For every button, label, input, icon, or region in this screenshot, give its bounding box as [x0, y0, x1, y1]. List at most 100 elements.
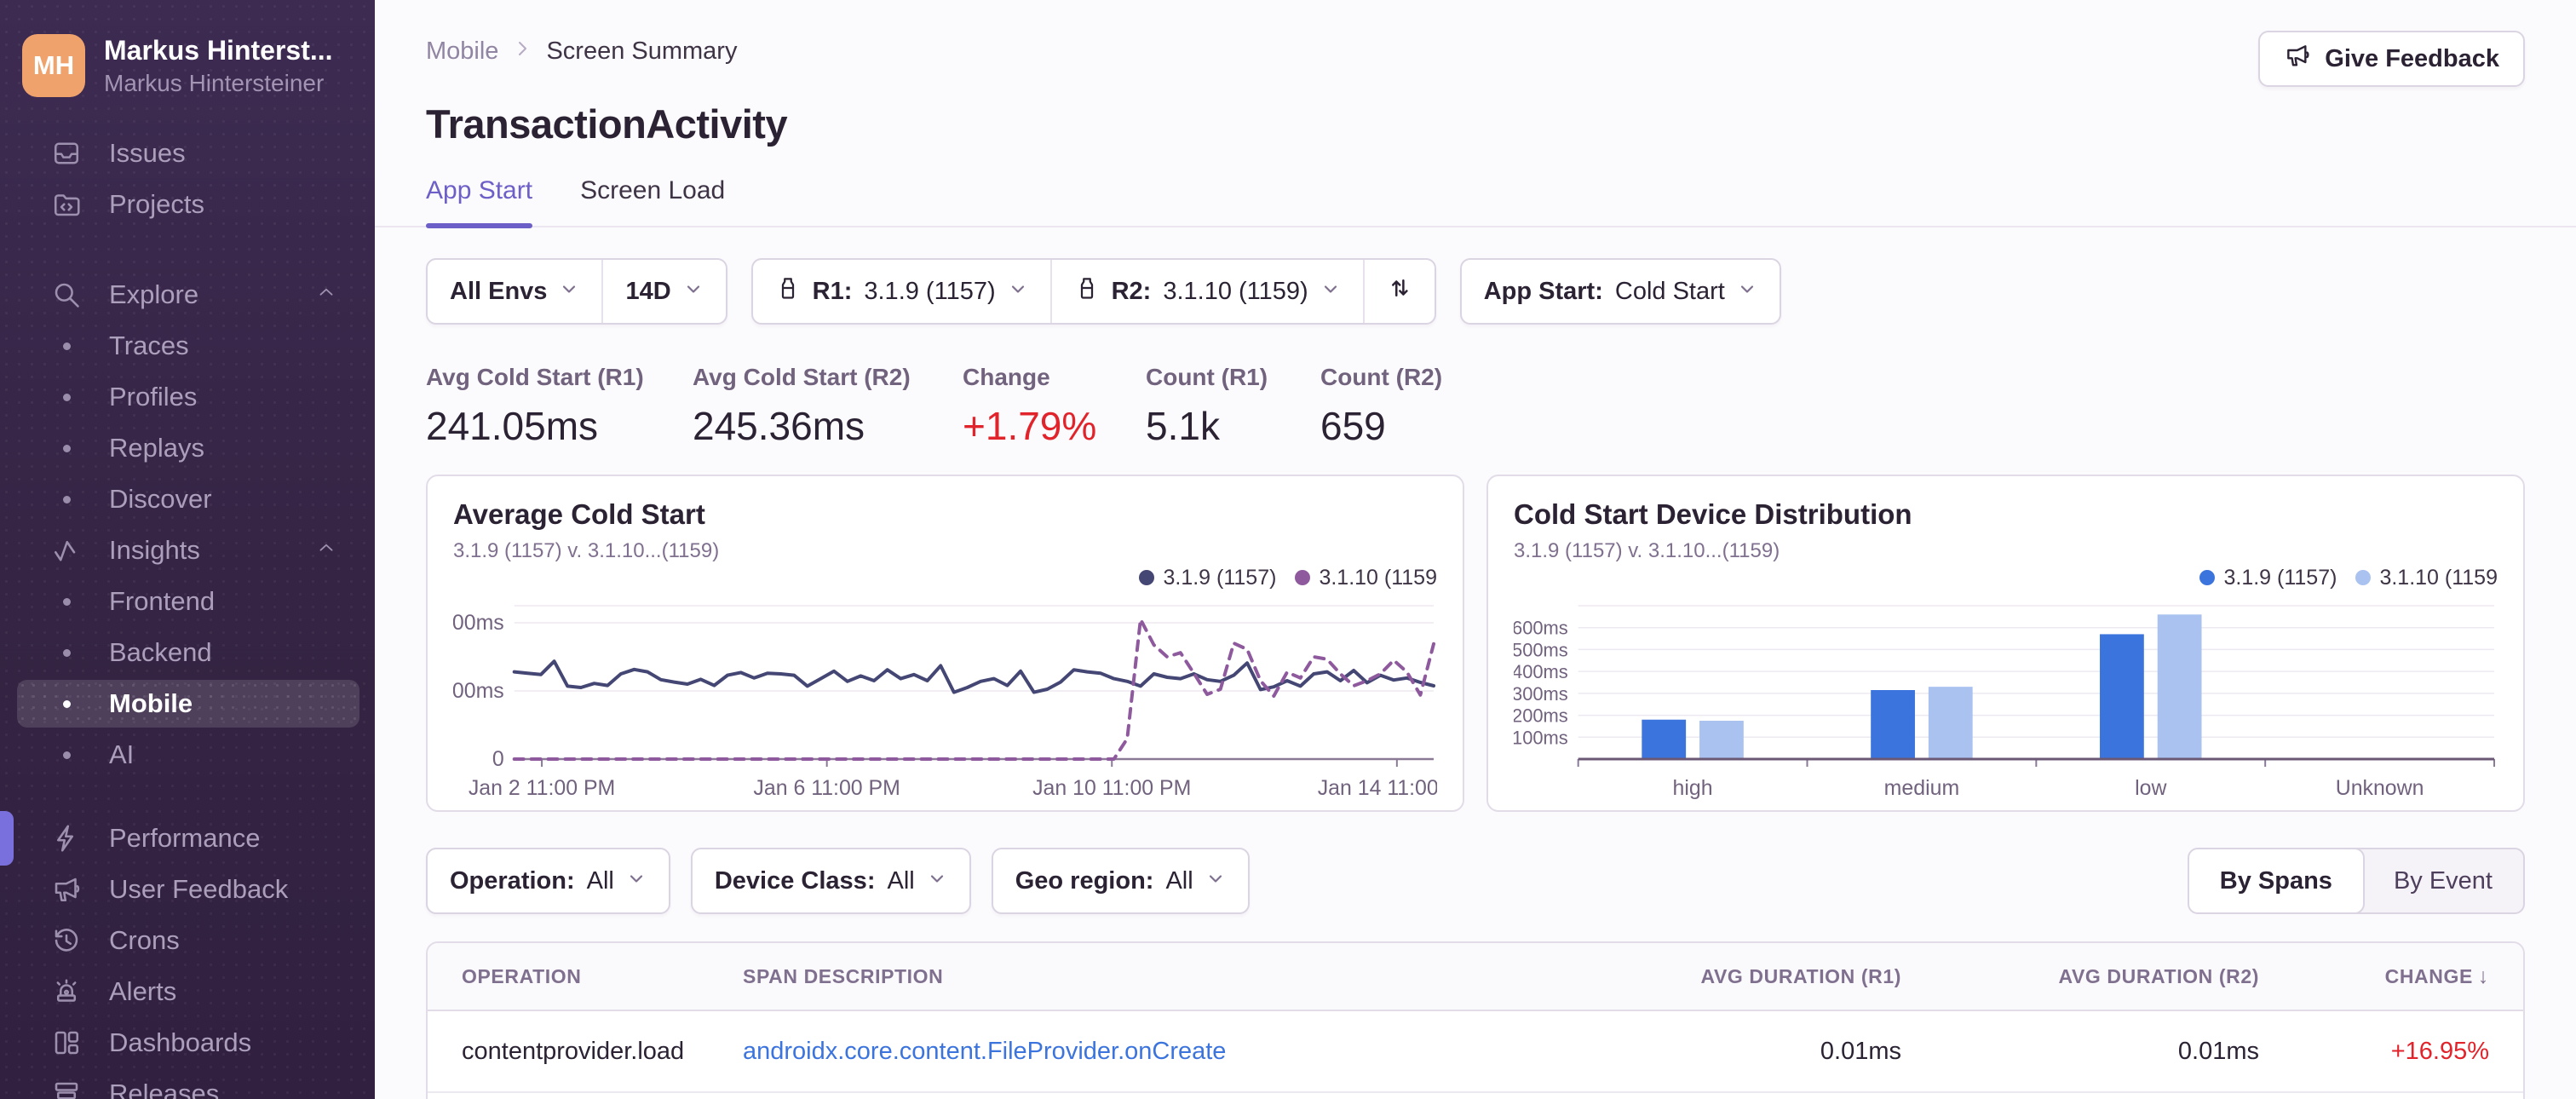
issues-icon: [49, 138, 83, 169]
toggle-by-spans[interactable]: By Spans: [2188, 849, 2365, 912]
sidebar-item-backend[interactable]: Backend: [0, 627, 375, 678]
swap-arrows-icon: [1387, 275, 1412, 308]
legend-label: 3.1.9 (1157): [1163, 565, 1277, 590]
stat-count-r2: Count (R2) 659: [1320, 364, 1442, 449]
release-icon: [1074, 275, 1100, 308]
bullet-icon: [49, 393, 83, 401]
lightning-icon: [49, 823, 83, 854]
stat-value: 241.05ms: [426, 404, 599, 448]
megaphone-icon: [49, 874, 83, 905]
appstart-type-filter[interactable]: App Start: Cold Start: [1462, 260, 1780, 323]
sidebar-item-crons[interactable]: Crons: [0, 915, 375, 966]
geo-region-filter-label: Geo region:: [1015, 866, 1154, 895]
chevron-up-icon: [315, 535, 337, 566]
sidebar-item-alerts[interactable]: Alerts: [0, 966, 375, 1017]
sidebar-item-ai[interactable]: AI: [0, 729, 375, 780]
svg-text:Jan 10 11:00 PM: Jan 10 11:00 PM: [1032, 776, 1191, 800]
sidebar-item-user-feedback[interactable]: User Feedback: [0, 864, 375, 915]
siren-icon: [49, 976, 83, 1007]
sidebar-item-label: Projects: [109, 189, 204, 219]
chevron-up-icon: [315, 279, 337, 310]
sidebar-item-performance[interactable]: Performance: [0, 813, 375, 864]
appstart-type-group: App Start: Cold Start: [1459, 258, 1781, 325]
sidebar-item-mobile[interactable]: Mobile: [0, 678, 375, 729]
bullet-icon: [49, 495, 83, 503]
sidebar-item-profiles[interactable]: Profiles: [0, 371, 375, 423]
user-menu[interactable]: MH Markus Hinterst... Markus Hinterstein…: [0, 0, 375, 97]
avatar[interactable]: MH: [22, 34, 85, 97]
svg-text:100ms: 100ms: [1514, 727, 1568, 748]
sidebar-item-projects[interactable]: Projects: [0, 179, 375, 230]
user-name: Markus Hinterst...: [104, 34, 333, 66]
legend-dot: [1295, 570, 1311, 585]
stat-label: Count (R1): [1146, 364, 1268, 390]
swap-releases-button[interactable]: [1362, 260, 1435, 323]
table-row-partial: [428, 1093, 2523, 1099]
sidebar-item-insights[interactable]: Insights: [0, 525, 375, 576]
sidebar-item-dashboards[interactable]: Dashboards: [0, 1017, 375, 1068]
cell-span-description-link[interactable]: androidx.core.content.FileProvider.onCre…: [743, 1038, 1544, 1066]
column-header-change[interactable]: CHANGE ↓: [2259, 964, 2523, 989]
device-class-filter-label: Device Class:: [714, 866, 876, 895]
arrow-down-icon: ↓: [2477, 964, 2489, 988]
sidebar: MH Markus Hinterst... Markus Hinterstein…: [0, 0, 375, 1099]
bar-chart[interactable]: 100ms200ms300ms400ms500ms600ms high medium…: [1514, 592, 2498, 805]
stat-label: Count (R2): [1320, 364, 1443, 390]
release-r1-selector[interactable]: R1: 3.1.9 (1157): [753, 260, 1050, 323]
sidebar-item-replays[interactable]: Replays: [0, 423, 375, 474]
give-feedback-button[interactable]: Give Feedback: [2258, 31, 2525, 87]
breadcrumb-mobile[interactable]: Mobile: [426, 37, 498, 66]
projects-icon: [49, 189, 83, 220]
sidebar-item-explore[interactable]: Explore: [0, 269, 375, 320]
legend-item-r2[interactable]: 3.1.10 (1159: [2355, 566, 2498, 590]
stat-value: +1.79%: [963, 404, 1097, 448]
chart-title: Average Cold Start: [453, 498, 705, 530]
cell-operation: contentprovider.load: [462, 1037, 685, 1065]
date-range-filter[interactable]: 14D: [601, 260, 725, 323]
stat-count-r1: Count (R1) 5.1k: [1146, 364, 1320, 449]
release-compare-group: R1: 3.1.9 (1157) R2: 3.1.10 (1159): [750, 258, 1436, 325]
geo-region-filter[interactable]: Geo region: All: [993, 849, 1248, 912]
chart-subtitle: 3.1.9 (1157) v. 3.1.10...(1159): [1514, 539, 1780, 562]
chevron-down-icon: [1205, 867, 1226, 895]
column-header-span-description[interactable]: SPAN DESCRIPTION: [743, 965, 1544, 988]
cell-avg-duration-r1: 0.01ms: [1820, 1037, 1901, 1065]
env-period-filter-group: All Envs 14D: [426, 258, 727, 325]
sidebar-item-label: Dashboards: [109, 1027, 252, 1057]
sidebar-item-frontend[interactable]: Frontend: [0, 576, 375, 627]
column-header-operation[interactable]: OPERATION: [428, 965, 743, 988]
table-row[interactable]: contentprovider.load androidx.core.conte…: [428, 1011, 2523, 1093]
megaphone-icon: [2284, 42, 2311, 76]
release-r2-selector[interactable]: R2: 3.1.10 (1159): [1049, 260, 1363, 323]
legend-item-r1[interactable]: 3.1.9 (1157): [2199, 566, 2337, 590]
operation-filter[interactable]: Operation: All: [428, 849, 669, 912]
line-chart[interactable]: 0 200ms 400ms Jan 2 11:00 PM Jan 6 11:00 PM J…: [453, 592, 1437, 805]
stat-change: Change +1.79%: [963, 364, 1146, 449]
toggle-by-event[interactable]: By Event: [2363, 849, 2523, 912]
sidebar-item-releases[interactable]: Releases: [0, 1068, 375, 1099]
stat-value: 659: [1320, 404, 1386, 448]
environment-filter[interactable]: All Envs: [428, 260, 601, 323]
device-class-filter[interactable]: Device Class: All: [693, 849, 969, 912]
stack-icon: [49, 1079, 83, 1099]
device-distribution-chart-card: Cold Start Device Distribution 3.1.9 (11…: [1486, 475, 2525, 812]
sidebar-item-issues[interactable]: Issues: [0, 128, 375, 179]
sidebar-item-label: Crons: [109, 925, 180, 955]
legend-item-r2[interactable]: 3.1.10 (1159: [1295, 566, 1437, 590]
stat-avg-cold-start-r1: Avg Cold Start (R1) 241.05ms: [426, 364, 693, 449]
svg-text:200ms: 200ms: [453, 679, 504, 703]
chevron-right-icon: [512, 37, 532, 66]
sidebar-item-discover[interactable]: Discover: [0, 474, 375, 525]
legend-item-r1[interactable]: 3.1.9 (1157): [1139, 566, 1276, 590]
svg-text:low: low: [2135, 776, 2167, 800]
column-header-avg-duration-r1[interactable]: AVG DURATION (R1): [1544, 965, 1901, 988]
tab-app-start[interactable]: App Start: [426, 176, 533, 228]
environment-filter-value: All Envs: [450, 277, 548, 305]
page-filter-bar: All Envs 14D R1: 3.1.9 (1157) R2: 3.1.10…: [426, 258, 2525, 325]
page-title: TransactionActivity: [426, 101, 788, 147]
bullet-icon: [49, 444, 83, 452]
sidebar-item-traces[interactable]: Traces: [0, 320, 375, 371]
tab-screen-load[interactable]: Screen Load: [580, 176, 725, 226]
release-r2-label: R2:: [1111, 277, 1152, 305]
column-header-avg-duration-r2[interactable]: AVG DURATION (R2): [1901, 965, 2259, 988]
